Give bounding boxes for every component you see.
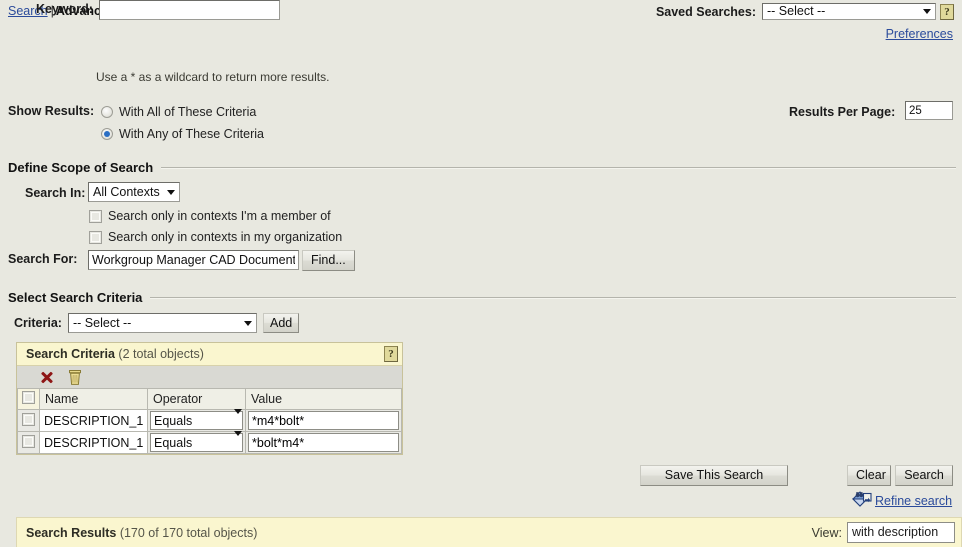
column-header-operator[interactable]: Operator: [147, 388, 246, 410]
search-results-panel: Search Results (170 of 170 total objects…: [16, 517, 962, 547]
row-select-checkbox[interactable]: [22, 434, 35, 448]
row-value-cell: [245, 431, 402, 454]
select-all-cell: [17, 388, 40, 410]
red-x-icon[interactable]: [39, 370, 54, 385]
search-criteria-panel-header: Search Criteria (2 total objects) ?: [17, 343, 402, 366]
column-header-value[interactable]: Value: [245, 388, 402, 410]
find-button[interactable]: Find...: [302, 250, 355, 271]
row-select-cell: [17, 431, 40, 454]
chevron-down-icon: [240, 314, 256, 332]
row-operator-cell: Equals: [147, 408, 246, 432]
select-criteria-section-title: Select Search Criteria: [8, 290, 143, 305]
radio-with-all-criteria[interactable]: [101, 106, 113, 118]
criteria-label: Criteria:: [14, 316, 62, 330]
select-all-checkbox[interactable]: [22, 391, 35, 404]
search-criteria-panel: Search Criteria (2 total objects) ? Name: [16, 342, 403, 455]
search-for-label: Search For:: [8, 252, 78, 266]
refine-search-block: Refine search: [851, 491, 952, 511]
radio-with-any-criteria[interactable]: [101, 128, 113, 140]
row-operator-value: Equals: [154, 413, 193, 428]
row-operator-select[interactable]: Equals: [150, 430, 243, 452]
search-in-label: Search In:: [25, 186, 86, 200]
saved-searches-selected-value: -- Select --: [767, 4, 826, 18]
search-in-selected-value: All Contexts: [93, 184, 160, 199]
search-criteria-panel-count: (2 total objects): [118, 347, 204, 361]
save-this-search-button[interactable]: Save This Search: [640, 465, 788, 486]
chevron-down-icon: [163, 183, 179, 201]
search-criteria-panel-title: Search Criteria: [26, 347, 115, 361]
search-results-count: (170 of 170 total objects): [119, 525, 258, 540]
checkbox-member-of-contexts-label: Search only in contexts I'm a member of: [108, 209, 331, 223]
row-value-input[interactable]: [248, 411, 399, 430]
search-results-title: Search Results: [26, 525, 117, 540]
criteria-select[interactable]: -- Select --: [68, 313, 257, 333]
checkbox-organization-contexts[interactable]: [89, 231, 102, 244]
keyword-label: Keyword:: [36, 2, 93, 16]
view-block: View: with description: [812, 522, 955, 543]
chevron-down-icon: [234, 430, 242, 450]
row-operator-cell: Equals: [147, 430, 246, 454]
trash-icon[interactable]: [68, 369, 82, 385]
radio-with-all-criteria-label: With All of These Criteria: [119, 105, 257, 119]
refine-search-link[interactable]: Refine search: [875, 494, 952, 508]
section-divider: [150, 296, 956, 299]
saved-searches-block: Saved Searches: -- Select -- ?: [656, 3, 954, 20]
row-name-value: DESCRIPTION_1: [39, 431, 148, 454]
row-value-cell: [245, 409, 402, 432]
select-criteria-section-header: Select Search Criteria: [0, 290, 962, 305]
search-criteria-help-icon[interactable]: ?: [384, 346, 398, 362]
saved-searches-select[interactable]: -- Select --: [762, 3, 936, 20]
saved-searches-label: Saved Searches:: [655, 4, 756, 19]
column-header-name[interactable]: Name: [39, 388, 148, 410]
section-divider: [161, 166, 956, 169]
search-results-title-wrap: Search Results (170 of 170 total objects…: [26, 526, 257, 540]
row-operator-select[interactable]: Equals: [150, 408, 243, 430]
view-select[interactable]: with description: [847, 522, 955, 543]
preferences-link-wrap: Preferences: [886, 27, 953, 41]
row-select-checkbox[interactable]: [22, 412, 35, 426]
criteria-selected-value: -- Select --: [73, 315, 132, 330]
row-name-value: DESCRIPTION_1: [39, 409, 148, 432]
radio-with-any-criteria-label: With Any of These Criteria: [119, 127, 264, 141]
add-criteria-button[interactable]: Add: [263, 313, 300, 333]
table-row: DESCRIPTION_1 Equals: [17, 408, 402, 432]
table-row: DESCRIPTION_1 Equals: [17, 430, 402, 454]
saved-searches-help-icon[interactable]: ?: [940, 3, 954, 20]
search-criteria-panel-title-wrap: Search Criteria (2 total objects): [26, 347, 204, 361]
chevron-down-icon: [919, 4, 935, 19]
search-button[interactable]: Search: [895, 465, 953, 486]
show-results-label: Show Results:: [8, 104, 95, 118]
chevron-down-icon: [234, 408, 242, 428]
row-operator-value: Equals: [154, 435, 193, 450]
view-label: View:: [811, 525, 842, 540]
checkbox-member-of-contexts[interactable]: [89, 210, 102, 223]
search-criteria-table: Name Operator Value DESCRIPTION_1 Equals: [17, 388, 402, 454]
clear-button[interactable]: Clear: [847, 465, 891, 486]
search-criteria-toolbar: [17, 366, 402, 388]
results-per-page-input[interactable]: [905, 101, 953, 120]
search-in-select[interactable]: All Contexts: [88, 182, 180, 202]
preferences-link[interactable]: Preferences: [886, 27, 953, 41]
table-header-row: Name Operator Value: [17, 388, 402, 410]
keyword-input[interactable]: [99, 0, 280, 20]
row-select-cell: [17, 409, 40, 432]
keyword-hint: Use a * as a wildcard to return more res…: [96, 70, 330, 84]
row-value-input[interactable]: [248, 433, 399, 452]
search-for-input[interactable]: [88, 250, 299, 270]
refine-search-icon: [851, 491, 872, 511]
define-scope-section-header: Define Scope of Search: [0, 160, 962, 175]
checkbox-organization-contexts-label: Search only in contexts in my organizati…: [108, 230, 343, 244]
define-scope-section-title: Define Scope of Search: [8, 160, 154, 175]
results-per-page-label: Results Per Page:: [789, 105, 896, 119]
